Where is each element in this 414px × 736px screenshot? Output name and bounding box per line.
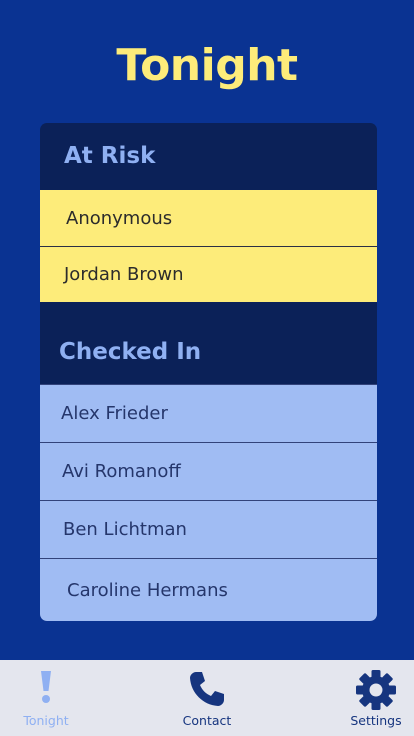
attendance-card: At Risk Anonymous Jordan Brown Checked I… [40,123,377,621]
at-risk-row-label: Anonymous [66,207,173,229]
tab-tonight[interactable]: Tonight [16,660,76,736]
exclamation-icon [39,669,53,709]
checked-in-row-label: Caroline Hermans [67,579,228,601]
checked-in-row-ben-lichtman[interactable]: Ben Lichtman [40,500,377,558]
tab-bar: Tonight Contact Settings [0,660,414,736]
page-title: Tonight [116,40,298,91]
checked-in-row-avi-romanoff[interactable]: Avi Romanoff [40,442,377,500]
checked-in-row-label: Avi Romanoff [62,461,181,482]
checked-in-row-alex-frieder[interactable]: Alex Frieder [40,384,377,442]
checked-in-header: Checked In [59,339,202,365]
tab-contact-label: Contact [182,713,232,728]
at-risk-row-label: Jordan Brown [64,264,184,285]
checked-in-row-label: Alex Frieder [61,403,168,424]
tab-settings-label: Settings [350,713,402,728]
at-risk-row-jordan-brown[interactable]: Jordan Brown [40,246,377,302]
gear-icon [355,669,397,715]
tab-tonight-label: Tonight [23,713,69,728]
tab-settings[interactable]: Settings [344,660,408,736]
at-risk-row-anonymous[interactable]: Anonymous [40,190,377,246]
tab-contact[interactable]: Contact [177,660,237,736]
at-risk-header: At Risk [64,143,156,169]
phone-icon [187,669,227,713]
checked-in-row-label: Ben Lichtman [63,519,187,540]
checked-in-row-caroline-hermans[interactable]: Caroline Hermans [40,558,377,621]
